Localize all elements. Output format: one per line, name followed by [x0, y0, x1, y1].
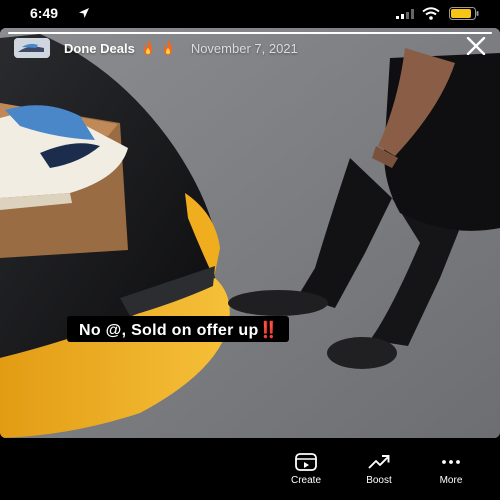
create-label: Create	[290, 475, 321, 486]
create-icon	[295, 453, 317, 471]
location-arrow-icon	[79, 8, 89, 18]
cellular-signal-icon	[396, 9, 414, 19]
create-button[interactable]: Create	[276, 452, 336, 486]
close-icon[interactable]	[464, 37, 488, 55]
boost-button[interactable]: Boost	[349, 452, 409, 486]
status-bar: 6:49	[0, 0, 500, 28]
story-caption: No @, Sold on offer up‼️	[67, 316, 289, 342]
story-viewer[interactable]: Done Deals November 7, 2021 No @, Sold o…	[0, 28, 500, 438]
story-photo	[0, 28, 500, 438]
wifi-icon	[422, 7, 440, 20]
story-action-bar: Create Boost More	[0, 438, 500, 500]
post-date: November 7, 2021	[190, 40, 298, 56]
caption-text: No @, Sold on offer up‼️	[79, 322, 279, 339]
status-time: 6:49	[30, 5, 59, 21]
more-button[interactable]: More	[421, 452, 481, 486]
fire-icon	[163, 40, 172, 55]
story-progress-fill	[8, 32, 492, 34]
account-name[interactable]: Done Deals	[64, 41, 135, 56]
boost-trend-icon	[368, 455, 390, 469]
boost-label: Boost	[366, 475, 392, 486]
story-header: Done Deals November 7, 2021	[14, 36, 298, 60]
story-progress-bar	[8, 32, 492, 34]
more-label: More	[439, 475, 463, 486]
fire-icon	[143, 40, 152, 55]
battery-icon	[449, 7, 479, 20]
avatar[interactable]	[14, 38, 50, 58]
more-dots-icon	[442, 460, 460, 464]
